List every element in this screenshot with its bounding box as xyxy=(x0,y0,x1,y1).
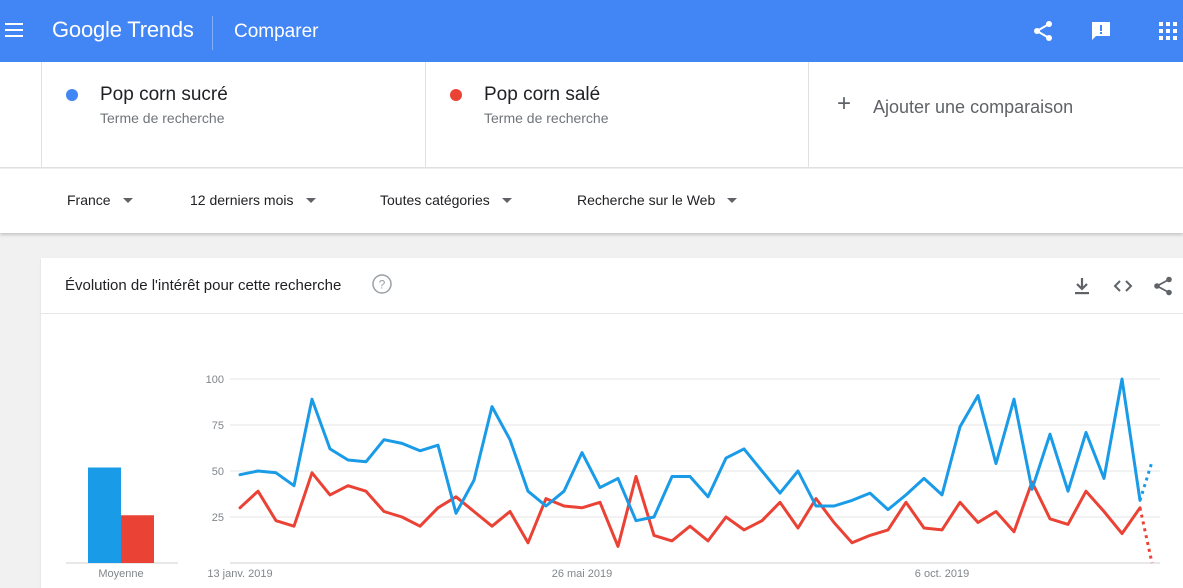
term-name: Pop corn sucré xyxy=(100,84,228,105)
google-trends-logo[interactable]: Google Trends xyxy=(52,17,194,43)
card-title: Évolution de l'intérêt pour cette recher… xyxy=(65,277,342,294)
dropdown-arrow-icon xyxy=(305,197,316,203)
embed-icon[interactable] xyxy=(1112,275,1134,297)
dropdown-arrow-icon xyxy=(501,197,512,203)
region-dropdown[interactable]: France xyxy=(67,192,133,208)
x-tick-label: 6 oct. 2019 xyxy=(915,568,969,580)
page-title: Comparer xyxy=(234,21,319,42)
download-icon[interactable] xyxy=(1071,275,1093,297)
period-value: 12 derniers mois xyxy=(190,192,294,208)
term-name: Pop corn salé xyxy=(484,84,601,105)
average-label: Moyenne xyxy=(98,568,143,580)
apps-icon[interactable] xyxy=(1156,19,1180,43)
series-color-dot-blue xyxy=(66,89,78,101)
dropdown-arrow-icon xyxy=(727,197,738,203)
dropdown-arrow-icon xyxy=(122,197,133,203)
search-type-value: Recherche sur le Web xyxy=(577,192,716,208)
y-tick-label: 100 xyxy=(206,374,224,386)
average-bar-sale[interactable] xyxy=(121,515,154,563)
share-icon[interactable] xyxy=(1031,19,1055,43)
feedback-icon[interactable] xyxy=(1089,19,1113,43)
share-icon[interactable] xyxy=(1152,275,1174,297)
help-icon[interactable]: ? xyxy=(372,274,392,294)
y-tick-label: 50 xyxy=(212,466,224,478)
x-tick-label: 26 mai 2019 xyxy=(552,568,613,580)
term-type: Terme de recherche xyxy=(100,110,225,126)
term-pop-corn-sale[interactable]: Pop corn salé Terme de recherche xyxy=(425,62,808,168)
card-header: Évolution de l'intérêt pour cette recher… xyxy=(41,258,1183,314)
brand-google: Google xyxy=(52,17,122,42)
search-terms-row: Pop corn sucré Terme de recherche Pop co… xyxy=(0,62,1183,168)
y-tick-label: 25 xyxy=(212,512,224,524)
term-pop-corn-sucre[interactable]: Pop corn sucré Terme de recherche xyxy=(41,62,425,168)
category-dropdown[interactable]: Toutes catégories xyxy=(380,192,512,208)
plus-icon: + xyxy=(837,90,852,117)
period-dropdown[interactable]: 12 derniers mois xyxy=(190,192,316,208)
search-type-dropdown[interactable]: Recherche sur le Web xyxy=(577,192,738,208)
app-header: Google Trends Comparer xyxy=(0,0,1183,62)
average-bar-sucre[interactable] xyxy=(88,467,121,564)
series-color-dot-red xyxy=(450,89,462,101)
category-value: Toutes catégories xyxy=(380,192,490,208)
brand-trends: Trends xyxy=(127,17,194,42)
add-comparison-button[interactable]: + Ajouter une comparaison xyxy=(808,62,1183,168)
x-tick-label: 13 janv. 2019 xyxy=(207,568,272,580)
filters-bar: France 12 derniers mois Toutes catégorie… xyxy=(0,169,1183,233)
term-type: Terme de recherche xyxy=(484,110,609,126)
region-value: France xyxy=(67,192,111,208)
header-divider xyxy=(212,16,213,50)
menu-icon[interactable] xyxy=(5,23,23,37)
y-tick-label: 75 xyxy=(212,420,224,432)
svg-text:?: ? xyxy=(379,278,386,292)
add-comparison-label: Ajouter une comparaison xyxy=(873,97,1074,117)
